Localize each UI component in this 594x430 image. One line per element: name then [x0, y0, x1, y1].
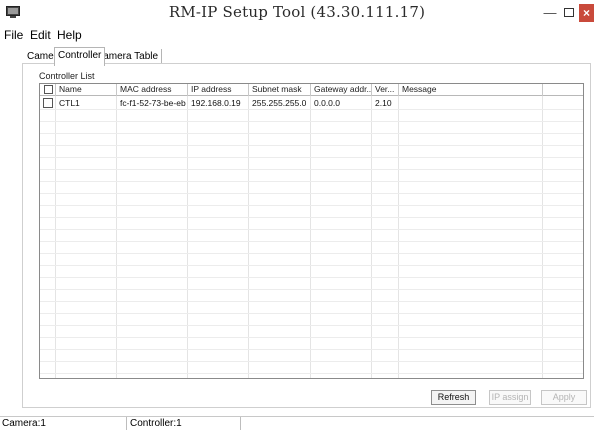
list-header: Name MAC address IP address Subnet mask … — [40, 84, 583, 96]
column-header-message[interactable]: Message — [399, 84, 543, 96]
menu-edit[interactable]: Edit — [30, 28, 51, 42]
window-title: RM-IP Setup Tool (43.30.111.17) — [168, 3, 426, 21]
status-controller-count: Controller:1 — [130, 418, 182, 429]
column-header-version[interactable]: Ver... — [372, 84, 399, 96]
row-gridline — [40, 193, 583, 194]
menu-file[interactable]: File — [4, 28, 23, 42]
row-gridline — [40, 373, 583, 374]
cell-name: CTL1 — [59, 98, 80, 108]
column-header-gateway[interactable]: Gateway addr... — [311, 84, 372, 96]
refresh-button[interactable]: Refresh — [431, 390, 476, 405]
minimize-button[interactable]: — — [541, 4, 559, 22]
row-gridline — [40, 205, 583, 206]
cell-version: 2.10 — [375, 98, 392, 108]
column-header-ip[interactable]: IP address — [188, 84, 249, 96]
menu-help[interactable]: Help — [57, 28, 82, 42]
status-camera-count: Camera:1 — [2, 418, 46, 429]
cell-subnet: 255.255.255.0 — [252, 98, 307, 108]
row-gridline — [40, 301, 583, 302]
row-gridline — [40, 253, 583, 254]
cell-message — [399, 97, 543, 109]
apply-button[interactable]: Apply — [541, 390, 587, 405]
row-gridline — [40, 169, 583, 170]
controller-list[interactable]: Name MAC address IP address Subnet mask … — [39, 83, 584, 379]
row-gridline — [40, 349, 583, 350]
row-gridline — [40, 289, 583, 290]
row-gridline — [40, 157, 583, 158]
column-header-name[interactable]: Name — [56, 84, 117, 96]
row-checkbox[interactable] — [43, 98, 53, 108]
column-header-mac[interactable]: MAC address — [117, 84, 188, 96]
row-gridline — [40, 181, 583, 182]
row-gridline — [40, 337, 583, 338]
ip-assign-button[interactable]: IP assign — [489, 390, 531, 405]
status-divider — [126, 417, 127, 430]
cell-gateway: 0.0.0.0 — [314, 98, 340, 108]
status-bar: Camera:1 Controller:1 — [0, 416, 594, 430]
title-bar: RM-IP Setup Tool (43.30.111.17) — × — [0, 0, 594, 27]
column-header-subnet[interactable]: Subnet mask — [249, 84, 311, 96]
close-icon: × — [582, 6, 590, 20]
row-gridline — [40, 241, 583, 242]
row-gridline — [40, 313, 583, 314]
menu-bar: File Edit Help — [0, 27, 594, 44]
row-gridline — [40, 325, 583, 326]
controller-panel: Controller List Name MAC address IP addr… — [22, 63, 591, 408]
row-gridline — [40, 133, 583, 134]
row-gridline — [40, 361, 583, 362]
row-gridline — [40, 277, 583, 278]
close-button[interactable]: × — [579, 4, 594, 22]
row-gridline — [40, 109, 583, 110]
status-divider — [240, 417, 241, 430]
maximize-icon — [564, 8, 574, 17]
select-all-checkbox[interactable] — [44, 85, 53, 94]
controller-list-label: Controller List — [39, 71, 95, 81]
cell-ip: 192.168.0.19 — [191, 98, 241, 108]
column-header-filler — [543, 84, 583, 96]
tab-controller[interactable]: Controller — [54, 47, 106, 66]
row-gridline — [40, 145, 583, 146]
row-gridline — [40, 121, 583, 122]
row-gridline — [40, 217, 583, 218]
cell-mac: fc-f1-52-73-be-eb — [120, 98, 186, 108]
row-gridline — [40, 265, 583, 266]
table-row[interactable]: CTL1 fc-f1-52-73-be-eb 192.168.0.19 255.… — [40, 97, 583, 109]
maximize-button[interactable] — [560, 4, 578, 22]
row-gridline — [40, 229, 583, 230]
header-select-all[interactable] — [40, 84, 56, 96]
